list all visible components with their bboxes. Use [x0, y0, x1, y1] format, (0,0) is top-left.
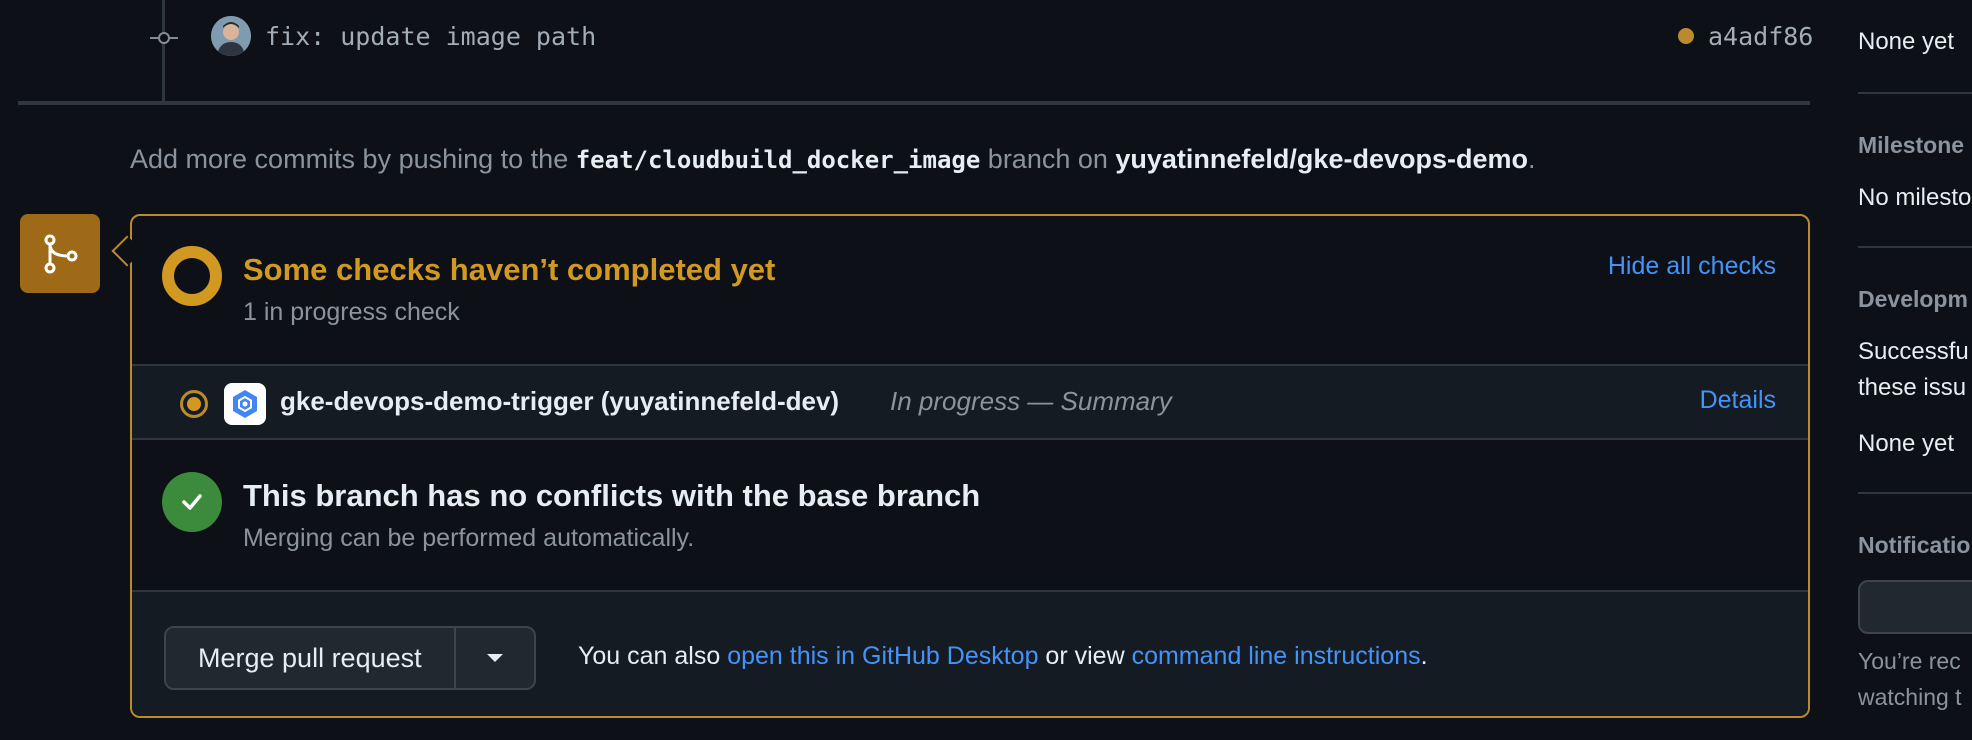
merge-box: Some checks haven’t completed yet 1 in p… [130, 214, 1810, 718]
command-line-instructions-link[interactable]: command line instructions [1132, 642, 1421, 670]
check-icon [162, 472, 222, 532]
merge-alt-suffix: . [1420, 642, 1428, 670]
checks-subtitle: 1 in progress check [243, 298, 460, 326]
push-hint-prefix: Add more commits by pushing to the [130, 144, 576, 174]
sidebar-divider [1858, 92, 1972, 94]
sidebar-divider [1858, 492, 1972, 494]
sidebar: None yet Milestone No milesto Developm S… [1858, 0, 1972, 740]
development-text-2: these issu [1858, 374, 1967, 401]
merge-options-dropdown[interactable] [453, 628, 534, 688]
merge-button-group: Merge pull request [164, 626, 536, 690]
open-in-desktop-link[interactable]: open this in GitHub Desktop [727, 642, 1038, 670]
push-hint-suffix: . [1527, 144, 1536, 174]
notifications-text-2: watching t [1858, 684, 1962, 710]
check-status: In progress — Summary [890, 386, 1172, 416]
check-name: gke-devops-demo-trigger (yuyatinnefeld-d… [280, 386, 840, 416]
pending-status-icon [162, 246, 222, 306]
cloud-build-icon[interactable] [224, 383, 266, 425]
checks-header: Some checks haven’t completed yet 1 in p… [132, 216, 1808, 364]
development-text-1: Successfu [1858, 338, 1969, 365]
milestone-heading[interactable]: Milestone [1858, 132, 1964, 159]
reviewers-value: None yet [1858, 28, 1955, 55]
merge-alternatives: You can also open this in GitHub Desktop… [578, 642, 1428, 671]
conflicts-subtitle: Merging can be performed automatically. [243, 524, 695, 552]
push-hint: Add more commits by pushing to the feat/… [130, 144, 1536, 175]
development-value: None yet [1858, 430, 1955, 457]
conflicts-title: This branch has no conflicts with the ba… [243, 478, 981, 513]
checks-title: Some checks haven’t completed yet [243, 252, 776, 287]
merge-pull-request-button[interactable]: Merge pull request [166, 628, 454, 688]
git-merge-icon [20, 214, 100, 293]
check-details-link[interactable]: Details [1700, 386, 1776, 415]
commit-sha[interactable]: a4adf86 [1708, 22, 1813, 51]
timeline-line [162, 0, 165, 102]
conflicts-section: This branch has no conflicts with the ba… [132, 440, 1808, 590]
git-commit-icon [150, 28, 178, 48]
merge-section: Merge pull request You can also open thi… [132, 590, 1808, 716]
sidebar-divider [1858, 246, 1972, 248]
commit-message[interactable]: fix: update image path [265, 22, 596, 51]
in-progress-dot-icon [180, 390, 208, 418]
check-row: gke-devops-demo-trigger (yuyatinnefeld-d… [132, 364, 1808, 440]
commit-status-dot[interactable] [1678, 28, 1694, 44]
milestone-value: No milesto [1858, 184, 1972, 211]
development-heading[interactable]: Developm [1858, 286, 1968, 313]
subscribe-button[interactable] [1858, 580, 1972, 634]
timeline-divider [18, 101, 1810, 105]
push-hint-middle: branch on [980, 144, 1116, 174]
merge-alt-prefix: You can also [578, 642, 728, 670]
notifications-text-1: You’re rec [1858, 648, 1961, 674]
hide-all-checks-link[interactable]: Hide all checks [1608, 252, 1776, 281]
user-avatar[interactable] [211, 16, 251, 56]
branch-name: feat/cloudbuild_docker_image [575, 146, 981, 174]
notifications-heading: Notificatio [1858, 532, 1971, 558]
merge-alt-middle: or view [1038, 642, 1132, 670]
chevron-down-icon [486, 654, 503, 662]
repo-name: yuyatinnefeld/gke-devops-demo [1115, 144, 1528, 174]
